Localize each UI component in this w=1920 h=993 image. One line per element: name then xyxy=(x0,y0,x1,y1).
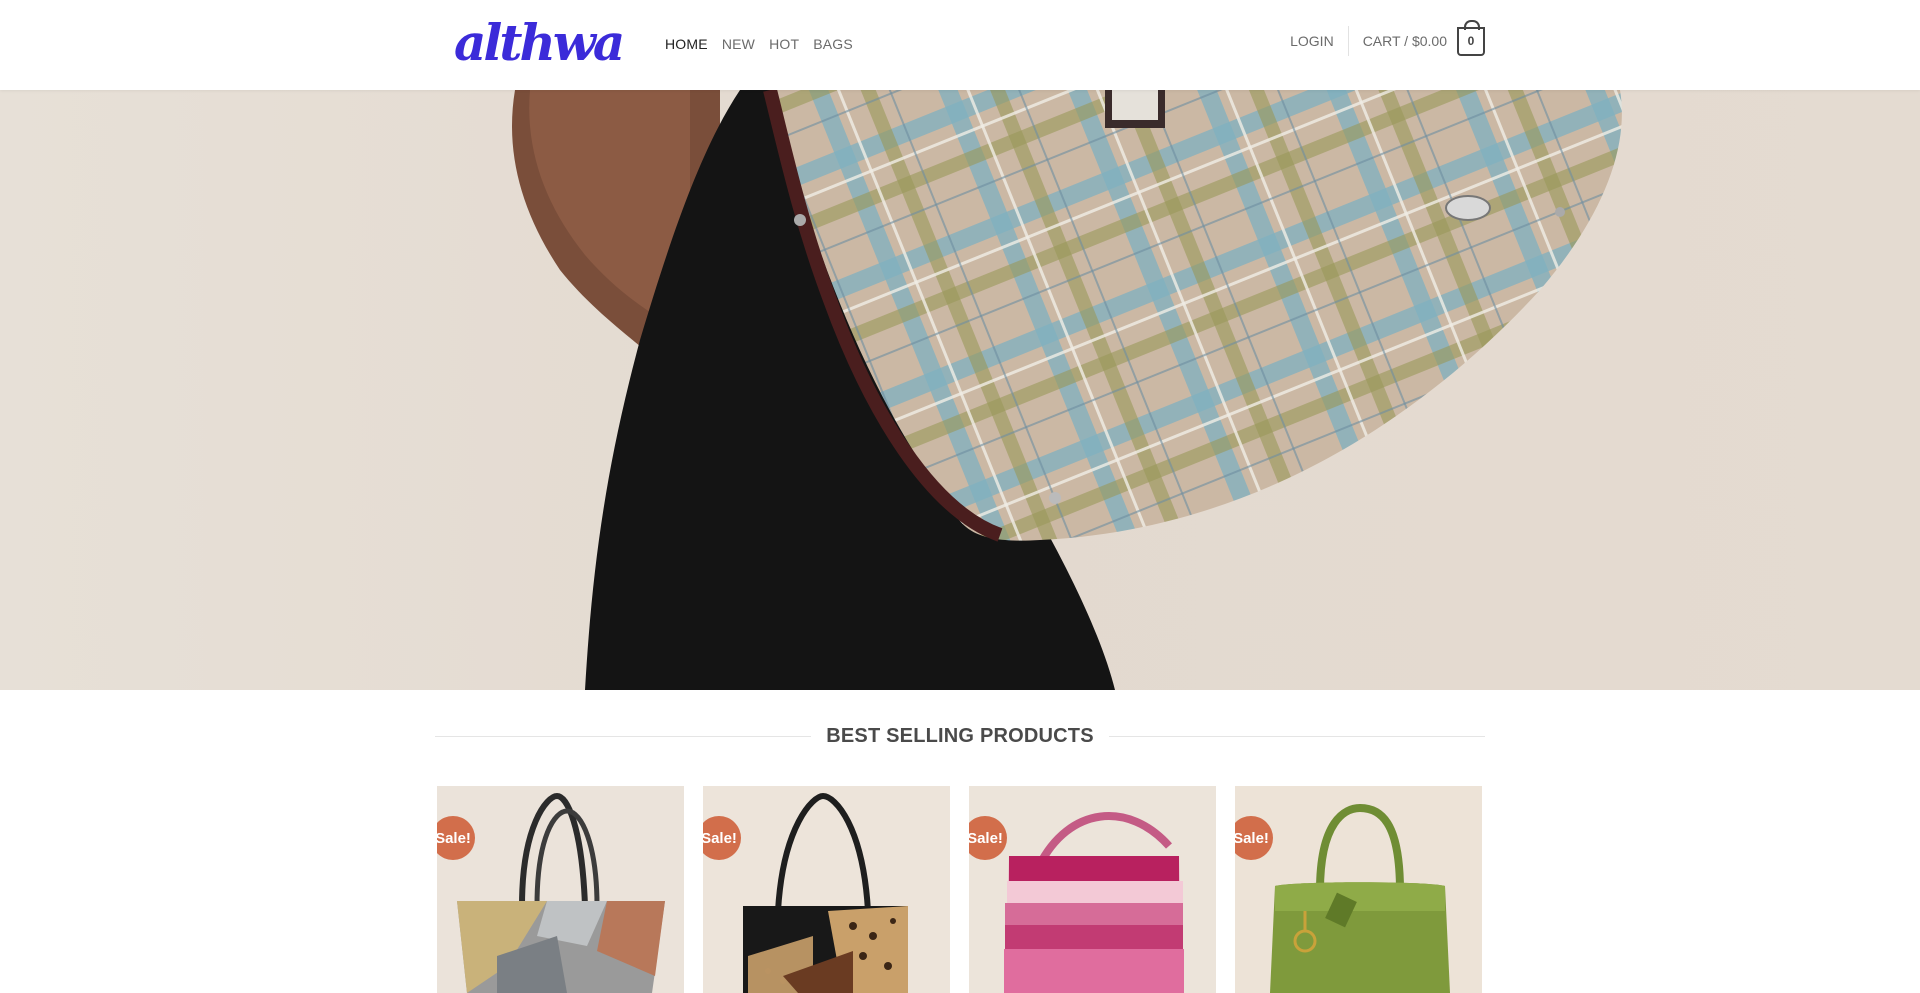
product-image xyxy=(1235,786,1482,993)
hero-banner[interactable] xyxy=(0,90,1920,690)
section-divider-left xyxy=(435,735,812,737)
product-card[interactable]: Sale! xyxy=(969,786,1216,993)
nav-new[interactable]: NEW xyxy=(722,36,755,52)
logo-wordmark: althwaa xyxy=(454,13,655,72)
site-logo[interactable]: althwaa xyxy=(452,13,655,72)
nav-home[interactable]: HOME xyxy=(665,36,708,52)
cart-bag-icon[interactable]: 0 xyxy=(1457,19,1485,56)
section-header: BEST SELLING PRODUCTS xyxy=(435,722,1485,750)
cart-count: 0 xyxy=(1467,34,1475,48)
cart-link[interactable]: CART / $0.00 xyxy=(1363,33,1447,49)
product-card[interactable]: Sale! xyxy=(437,786,684,993)
product-image xyxy=(703,786,950,993)
nav-hot[interactable]: HOT xyxy=(769,36,799,52)
section-title: BEST SELLING PRODUCTS xyxy=(826,724,1094,747)
section-divider-right xyxy=(1108,735,1485,737)
nav-bags[interactable]: BAGS xyxy=(813,36,853,52)
svg-text:althwaa: althwaa xyxy=(454,16,622,70)
product-image xyxy=(969,786,1216,993)
product-card[interactable]: Sale! xyxy=(1235,786,1482,993)
site-header: althwaa HOME NEW HOT BAGS LOGIN CART / $… xyxy=(0,0,1920,90)
nav-divider xyxy=(1347,26,1349,56)
account-nav: LOGIN CART / $0.00 0 xyxy=(1290,19,1485,56)
login-link[interactable]: LOGIN xyxy=(1290,33,1348,49)
product-card[interactable]: Sale! xyxy=(703,786,950,993)
hero-image xyxy=(0,90,1920,690)
main-nav: HOME NEW HOT BAGS xyxy=(665,36,853,52)
product-image xyxy=(437,786,684,993)
product-grid: Sale! Sale! Sale! Sale! xyxy=(437,786,1485,993)
